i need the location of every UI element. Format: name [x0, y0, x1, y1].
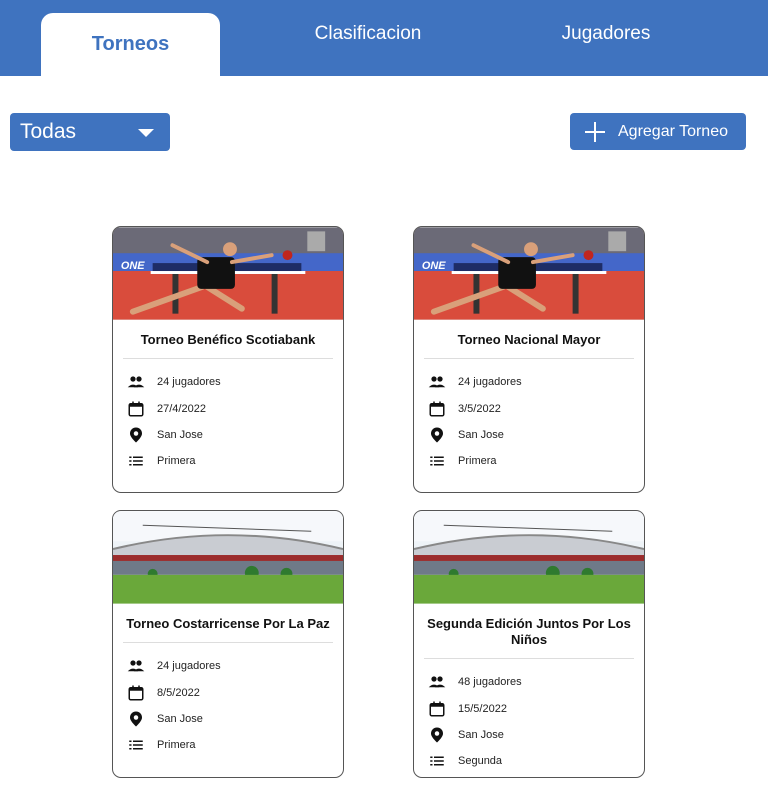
tournament-date: 3/5/2022: [458, 402, 501, 415]
tournament-title: Torneo Costarricense Por La Paz: [126, 616, 330, 631]
location-row: San Jose: [113, 706, 343, 732]
players-row: 24 jugadores: [113, 653, 343, 679]
tab-clasificacion[interactable]: Clasificacion: [290, 0, 446, 68]
category-filter-select[interactable]: Todas: [10, 113, 170, 151]
people-icon: [428, 376, 446, 388]
list-icon: [129, 456, 143, 466]
players-row: 24 jugadores: [414, 369, 644, 395]
list-icon: [430, 756, 444, 766]
tournament-image: [113, 511, 343, 604]
players-count: 48 jugadores: [458, 676, 522, 689]
tab-torneos[interactable]: Torneos: [41, 13, 220, 76]
players-row: 48 jugadores: [414, 669, 644, 695]
add-tournament-label: Agregar Torneo: [618, 122, 728, 140]
category-row: Segunda: [414, 748, 644, 774]
category-row: Primera: [113, 732, 343, 758]
people-icon: [127, 660, 145, 672]
location-pin-icon: [431, 427, 443, 443]
players-count: 24 jugadores: [458, 376, 522, 389]
tournament-title: Torneo Nacional Mayor: [457, 332, 601, 347]
location-row: San Jose: [414, 722, 644, 748]
tournament-image: [113, 227, 343, 320]
date-row: 15/5/2022: [414, 695, 644, 721]
tournament-date: 15/5/2022: [458, 702, 507, 715]
location-pin-icon: [130, 711, 142, 727]
players-row: 24 jugadores: [113, 369, 343, 395]
tournament-location: San Jose: [458, 428, 504, 441]
tournament-card[interactable]: Torneo Costarricense Por La Paz 24 jugad…: [112, 510, 344, 778]
tournament-image: [414, 227, 644, 320]
date-row: 8/5/2022: [113, 679, 343, 705]
location-row: San Jose: [113, 422, 343, 448]
add-tournament-button[interactable]: Agregar Torneo: [570, 113, 746, 150]
date-row: 27/4/2022: [113, 395, 343, 421]
tournament-location: San Jose: [458, 728, 504, 741]
calendar-icon: [128, 401, 144, 417]
tournament-card[interactable]: Torneo Benéfico Scotiabank 24 jugadores …: [112, 226, 344, 493]
players-count: 24 jugadores: [157, 376, 221, 389]
tab-jugadores[interactable]: Jugadores: [530, 0, 682, 68]
location-pin-icon: [130, 427, 142, 443]
location-row: San Jose: [414, 422, 644, 448]
tournament-category: Segunda: [458, 755, 503, 768]
category-filter-value: Todas: [20, 120, 77, 143]
date-row: 3/5/2022: [414, 395, 644, 421]
category-row: Primera: [113, 448, 343, 474]
people-icon: [428, 676, 446, 688]
category-row: Primera: [414, 448, 644, 474]
list-icon: [430, 456, 444, 466]
tournament-location: San Jose: [157, 712, 203, 725]
location-pin-icon: [431, 727, 443, 743]
list-icon: [129, 740, 143, 750]
calendar-icon: [429, 401, 445, 417]
calendar-icon: [429, 701, 445, 717]
tournament-card[interactable]: Segunda Edición Juntos Por Los Niños 48 …: [413, 510, 645, 778]
tournament-date: 8/5/2022: [157, 686, 200, 699]
tournament-location: San Jose: [157, 428, 203, 441]
tournament-category: Primera: [157, 739, 196, 752]
tournament-category: Primera: [458, 455, 497, 468]
tournament-card[interactable]: Torneo Nacional Mayor 24 jugadores 3/5/2…: [413, 226, 645, 493]
tournament-title: Segunda Edición Juntos Por Los Niños: [427, 616, 631, 647]
dropdown-caret-icon: [138, 129, 154, 137]
plus-icon: [585, 121, 605, 142]
calendar-icon: [128, 685, 144, 701]
tournament-title: Torneo Benéfico Scotiabank: [140, 332, 316, 347]
tournament-image: [414, 511, 644, 604]
top-navigation: Torneos Clasificacion Jugadores: [0, 0, 768, 76]
people-icon: [127, 376, 145, 388]
tournament-category: Primera: [157, 455, 196, 468]
players-count: 24 jugadores: [157, 660, 221, 673]
tournament-date: 27/4/2022: [157, 402, 206, 415]
